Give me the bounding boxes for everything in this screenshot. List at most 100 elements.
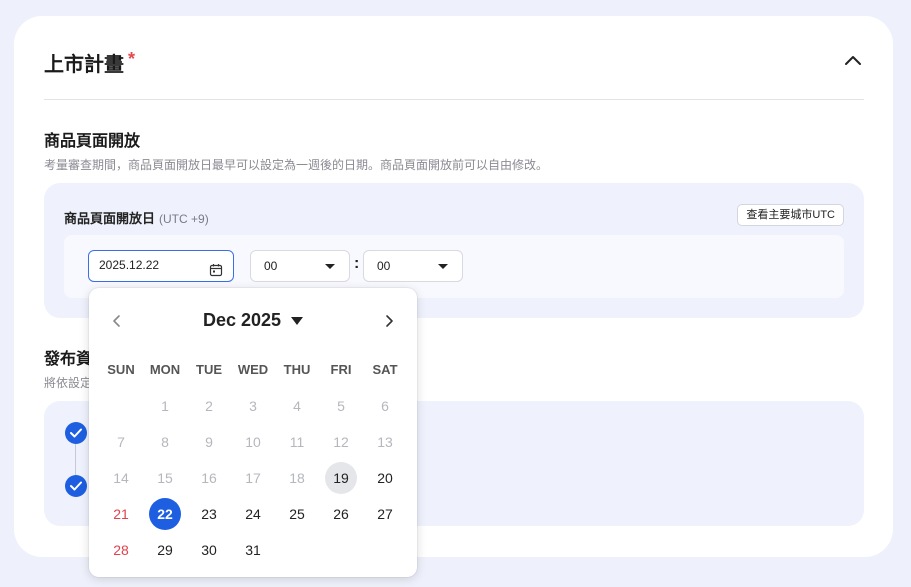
calendar-day-label: 12 xyxy=(333,434,349,450)
calendar-day-label: 18 xyxy=(289,470,305,486)
calendar-day[interactable]: 25 xyxy=(275,496,319,532)
calendar-grid: 1 2 3 4 5 6 7 8 9 10 11 12 13 14 15 16 17 18 19 20 21 22 23 24 2… xyxy=(99,388,407,568)
calendar-day-label: 8 xyxy=(161,434,169,450)
time-separator: : xyxy=(354,255,360,272)
calendar-day[interactable]: 31 xyxy=(231,532,275,568)
calendar-week: 28 29 30 31 xyxy=(99,532,407,568)
calendar-day-label: 3 xyxy=(249,398,257,414)
minute-select[interactable]: 00 xyxy=(363,250,463,282)
calendar-day-label: 17 xyxy=(245,470,261,486)
calendar-day-label xyxy=(369,534,401,566)
calendar-day[interactable]: 29 xyxy=(143,532,187,568)
month-label: Dec 2025 xyxy=(202,310,282,330)
calendar-day: 11 xyxy=(275,424,319,460)
calendar-icon[interactable] xyxy=(209,259,223,277)
calendar-week: 21 22 23 24 25 26 27 xyxy=(99,496,407,532)
view-city-utc-button[interactable]: 查看主要城市UTC xyxy=(737,204,844,226)
calendar-day-label: 19 xyxy=(325,462,357,494)
calendar-day: 3 xyxy=(231,388,275,424)
calendar-day-label: 1 xyxy=(161,398,169,414)
calendar-day-label: 4 xyxy=(293,398,301,414)
calendar-day-label xyxy=(325,534,357,566)
caret-down-icon xyxy=(291,316,304,325)
calendar-day-label xyxy=(281,534,313,566)
calendar-week: 1 2 3 4 5 6 xyxy=(99,388,407,424)
month-select[interactable]: Dec 2025 xyxy=(202,310,304,331)
calendar-day: 6 xyxy=(363,388,407,424)
calendar-day: 8 xyxy=(143,424,187,460)
calendar-day[interactable]: 30 xyxy=(187,532,231,568)
calendar-day[interactable]: 19 xyxy=(319,460,363,496)
calendar-week: 14 15 16 17 18 19 20 xyxy=(99,460,407,496)
chevron-right-icon[interactable] xyxy=(379,310,399,332)
calendar-day: 15 xyxy=(143,460,187,496)
calendar-day-label: 7 xyxy=(117,434,125,450)
product-page-title: 商品頁面開放 xyxy=(44,133,141,150)
minute-value: 00 xyxy=(377,259,391,273)
month-header: Dec 2025 xyxy=(89,310,417,331)
calendar-day[interactable]: 21 xyxy=(99,496,143,532)
open-date-label-text: 商品頁面開放日 xyxy=(64,211,156,226)
step-connector xyxy=(75,444,76,475)
calendar-day[interactable]: 24 xyxy=(231,496,275,532)
open-date-label: 商品頁面開放日 (UTC +9) xyxy=(64,208,209,227)
calendar-week: 7 8 9 10 11 12 13 xyxy=(99,424,407,460)
calendar-day: 16 xyxy=(187,460,231,496)
check-circle-icon xyxy=(65,422,87,444)
weekday-label: SUN xyxy=(107,362,135,377)
calendar-day-label: 29 xyxy=(157,542,173,558)
calendar-day-label: 30 xyxy=(201,542,217,558)
caret-down-icon xyxy=(438,264,448,269)
calendar-day-label: 23 xyxy=(201,506,217,522)
calendar-day-label: 26 xyxy=(333,506,349,522)
calendar-day-label: 21 xyxy=(113,506,129,522)
calendar-day: 2 xyxy=(187,388,231,424)
calendar-day: 5 xyxy=(319,388,363,424)
weekday-label: SAT xyxy=(372,362,398,377)
chevron-up-icon[interactable] xyxy=(842,50,864,72)
weekday-header: SUN MON TUE WED THU FRI SAT xyxy=(99,362,407,377)
calendar-day-label: 10 xyxy=(245,434,261,450)
check-circle-icon xyxy=(65,475,87,497)
calendar-day[interactable]: 23 xyxy=(187,496,231,532)
date-input[interactable]: 2025.12.22 xyxy=(88,250,234,282)
weekday-label: MON xyxy=(149,362,181,377)
calendar-day[interactable]: 27 xyxy=(363,496,407,532)
calendar-day-label: 31 xyxy=(245,542,261,558)
calendar-day: 10 xyxy=(231,424,275,460)
calendar-day[interactable]: 22 xyxy=(143,496,187,532)
calendar-day-label: 22 xyxy=(149,498,181,530)
calendar-day[interactable]: 20 xyxy=(363,460,407,496)
calendar-day-label: 16 xyxy=(201,470,217,486)
section-title-text: 上市計畫 xyxy=(44,54,124,76)
calendar-day-label: 14 xyxy=(113,470,129,486)
calendar-day: 4 xyxy=(275,388,319,424)
calendar-day[interactable]: 28 xyxy=(99,532,143,568)
product-page-description: 考量審查期間，商品頁面開放日最早可以設定為一週後的日期。商品頁面開放前可以自由修… xyxy=(44,158,549,172)
calendar-day-label xyxy=(105,390,137,422)
calendar-day-label: 2 xyxy=(205,398,213,414)
calendar-day-label: 9 xyxy=(205,434,213,450)
calendar-empty-cell xyxy=(319,532,363,568)
calendar-empty-cell xyxy=(275,532,319,568)
calendar-day: 14 xyxy=(99,460,143,496)
required-star: * xyxy=(128,49,136,69)
calendar-day-label: 6 xyxy=(381,398,389,414)
calendar-day[interactable]: 26 xyxy=(319,496,363,532)
calendar-day-label: 28 xyxy=(113,542,129,558)
calendar-day: 17 xyxy=(231,460,275,496)
calendar-day-label: 13 xyxy=(377,434,393,450)
timezone-label: (UTC +9) xyxy=(159,212,209,226)
calendar-day-label: 11 xyxy=(289,434,305,450)
section-title: 上市計畫 * xyxy=(44,48,135,77)
hour-select[interactable]: 00 xyxy=(250,250,350,282)
date-picker-popup: Dec 2025 SUN MON TUE WED THU FRI SAT 123… xyxy=(89,288,417,577)
calendar-day-label: 15 xyxy=(157,470,173,486)
calendar-empty-cell xyxy=(363,532,407,568)
calendar-day: 18 xyxy=(275,460,319,496)
weekday-label: TUE xyxy=(196,362,222,377)
calendar-day-label: 24 xyxy=(245,506,261,522)
calendar-day: 7 xyxy=(99,424,143,460)
calendar-day: 13 xyxy=(363,424,407,460)
date-input-value: 2025.12.22 xyxy=(99,258,160,272)
